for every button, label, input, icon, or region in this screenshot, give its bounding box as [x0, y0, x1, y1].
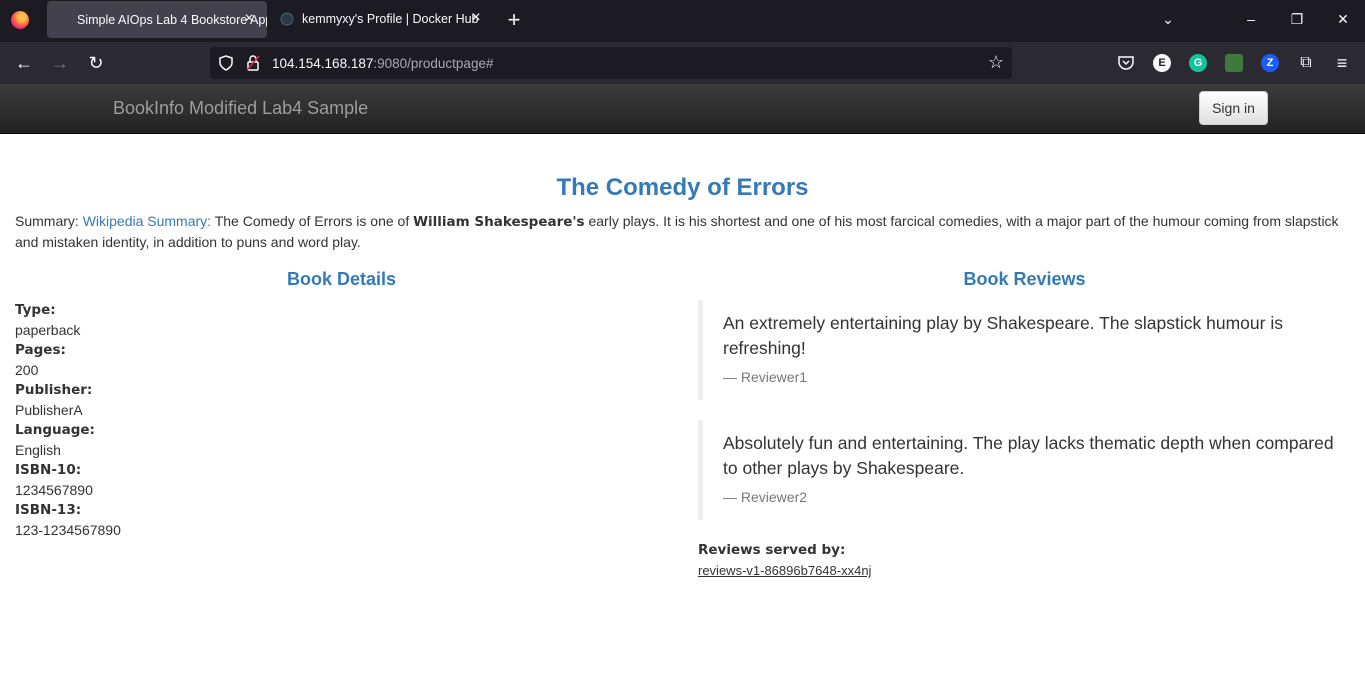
url-text[interactable]: 104.154.168.187:9080/productpage# — [272, 56, 493, 71]
summary-author: William Shakespeare's — [413, 214, 585, 230]
tab-title: Simple AIOps Lab 4 Bookstore App — [77, 12, 267, 27]
served-by-label: Reviews served by: — [698, 542, 846, 558]
reload-icon[interactable]: ↻ — [86, 53, 106, 73]
bookmark-star-icon[interactable]: ☆ — [988, 52, 1004, 73]
close-tab-icon[interactable]: × — [468, 10, 484, 26]
type-label: Type: — [15, 302, 56, 318]
tab-title: kemmyxy's Profile | Docker Hub — [302, 12, 479, 26]
reviewer-name: — Reviewer1 — [723, 369, 808, 385]
forward-icon[interactable]: → — [50, 53, 70, 73]
book-summary: Summary: Wikipedia Summary: The Comedy o… — [15, 211, 1355, 252]
menu-icon[interactable]: ≡ — [1332, 53, 1352, 73]
extensions-puzzle-icon[interactable]: ⧉ — [1296, 53, 1316, 73]
isbn13-value: 123-1234567890 — [15, 522, 121, 538]
url-host: 104.154.168.187 — [272, 56, 374, 71]
summary-label: Summary: — [15, 213, 83, 229]
wikipedia-summary-link[interactable]: Wikipedia Summary: — [83, 213, 211, 229]
close-tab-icon[interactable]: × — [241, 11, 257, 27]
book-reviews-heading: Book Reviews — [963, 269, 1086, 289]
book-details-list: Type: paperback Pages: 200 Publisher: Pu… — [15, 300, 121, 540]
summary-text: The Comedy of Errors is one of — [211, 213, 414, 229]
zoom-icon[interactable]: Z — [1261, 54, 1279, 72]
tab-docker-hub[interactable]: kemmyxy's Profile | Docker Hub × — [276, 0, 486, 38]
close-window-icon[interactable]: ✕ — [1333, 11, 1353, 28]
type-value: paperback — [15, 322, 81, 338]
restore-icon[interactable]: ❐ — [1287, 11, 1307, 28]
brand-title[interactable]: BookInfo Modified Lab4 Sample — [113, 98, 368, 119]
language-label: Language: — [15, 422, 95, 438]
shield-icon[interactable] — [218, 55, 234, 71]
sign-in-button[interactable]: Sign in — [1199, 91, 1268, 125]
firefox-icon[interactable] — [11, 11, 29, 29]
browser-toolbar: ← → ↻ 104.154.168.187:9080/productpage# … — [0, 42, 1365, 84]
pages-value: 200 — [15, 362, 39, 378]
tab-strip: Simple AIOps Lab 4 Bookstore App × kemmy… — [0, 0, 1365, 42]
isbn10-label: ISBN-10: — [15, 462, 82, 478]
extension-e-icon[interactable]: E — [1153, 54, 1171, 72]
review-text: An extremely entertaining play by Shakes… — [723, 313, 1283, 358]
insecure-lock-icon[interactable] — [246, 55, 260, 71]
reviewer-name: — Reviewer2 — [723, 489, 808, 505]
list-tabs-icon[interactable]: ⌄ — [1158, 11, 1178, 28]
grammarly-icon[interactable]: G — [1189, 54, 1207, 72]
reviews-served-by: Reviews served by: reviews-v1-86896b7648… — [698, 540, 871, 581]
docker-hub-icon — [280, 12, 294, 26]
served-by-pod-link[interactable]: reviews-v1-86896b7648-xx4nj — [698, 563, 871, 578]
isbn13-label: ISBN-13: — [15, 502, 82, 518]
url-path: :9080/productpage# — [373, 56, 494, 71]
minimize-icon[interactable]: – — [1241, 11, 1261, 27]
app-navbar: BookInfo Modified Lab4 Sample — [0, 84, 1365, 134]
book-details-heading: Book Details — [286, 269, 397, 289]
page-icon — [55, 13, 69, 27]
pages-label: Pages: — [15, 342, 66, 358]
book-title: The Comedy of Errors — [556, 174, 809, 201]
review-item: An extremely entertaining play by Shakes… — [698, 300, 1338, 400]
review-text: Absolutely fun and entertaining. The pla… — [723, 433, 1334, 478]
publisher-value: PublisherA — [15, 402, 83, 418]
language-value: English — [15, 442, 61, 458]
back-icon[interactable]: ← — [14, 53, 34, 73]
extension-icon[interactable] — [1225, 54, 1243, 72]
pocket-icon[interactable] — [1117, 54, 1135, 72]
review-item: Absolutely fun and entertaining. The pla… — [698, 420, 1338, 520]
url-bar[interactable]: 104.154.168.187:9080/productpage# ☆ — [210, 47, 1012, 79]
new-tab-icon[interactable]: + — [504, 9, 524, 31]
publisher-label: Publisher: — [15, 382, 93, 398]
tab-bookstore[interactable]: Simple AIOps Lab 4 Bookstore App × — [47, 1, 267, 38]
isbn10-value: 1234567890 — [15, 482, 93, 498]
